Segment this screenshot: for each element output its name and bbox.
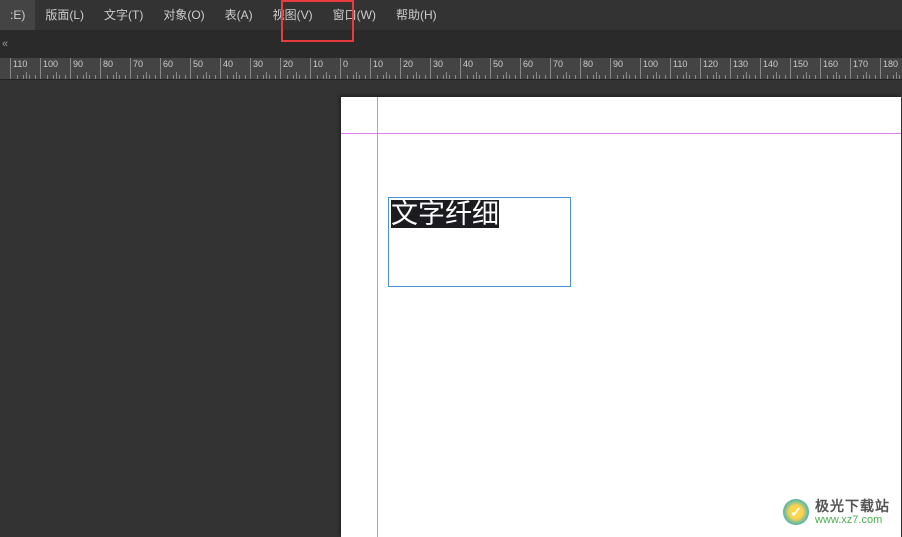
- ruler-label: 170: [853, 59, 868, 69]
- watermark: ✓ 极光下载站 www.xz7.com: [783, 499, 890, 526]
- ruler-label: 110: [673, 59, 687, 69]
- ruler-segment: 160: [820, 58, 850, 80]
- ruler-segment: 40: [460, 58, 490, 80]
- ruler-segment: 0: [340, 58, 370, 80]
- menu-bar: :E) 版面(L) 文字(T) 对象(O) 表(A) 视图(V) 窗口(W) 帮…: [0, 0, 902, 30]
- ruler-label: 140: [763, 59, 778, 69]
- ruler-label: 80: [103, 59, 113, 69]
- menu-edit-partial[interactable]: :E): [0, 0, 35, 30]
- ruler-segment: 100: [40, 58, 70, 80]
- ruler-label: 30: [253, 59, 263, 69]
- ruler-segment: 90: [610, 58, 640, 80]
- selected-text[interactable]: 文字纤细: [391, 200, 499, 228]
- ruler-segment: 20: [400, 58, 430, 80]
- ruler-segment: 60: [160, 58, 190, 80]
- ruler-segment: 150: [790, 58, 820, 80]
- ruler-segment: 50: [190, 58, 220, 80]
- ruler-label: 160: [823, 59, 838, 69]
- ruler-label: 70: [133, 59, 143, 69]
- ruler-label: 40: [223, 59, 233, 69]
- menu-help[interactable]: 帮助(H): [386, 0, 447, 30]
- ruler-label: 40: [463, 59, 473, 69]
- ruler-label: 120: [703, 59, 718, 69]
- ruler-segment: 170: [850, 58, 880, 80]
- ruler-label: 60: [163, 59, 173, 69]
- ruler-label: 90: [613, 59, 623, 69]
- menu-window[interactable]: 窗口(W): [323, 0, 386, 30]
- ruler-label: 30: [433, 59, 443, 69]
- ruler-segment: 110: [10, 58, 40, 80]
- ruler-label: 10: [373, 59, 383, 69]
- watermark-url: www.xz7.com: [815, 514, 890, 526]
- menu-layout[interactable]: 版面(L): [35, 0, 94, 30]
- text-frame[interactable]: 文字纤细: [388, 197, 571, 287]
- ruler-segment: 100: [640, 58, 670, 80]
- ruler-segment: 80: [100, 58, 130, 80]
- ruler-label: 130: [733, 59, 748, 69]
- watermark-title: 极光下载站: [815, 499, 890, 514]
- ruler-segment: 70: [130, 58, 160, 80]
- ruler-label: 50: [493, 59, 503, 69]
- ruler-label: 100: [643, 59, 658, 69]
- ruler-segment: 10: [310, 58, 340, 80]
- ruler-segment: 140: [760, 58, 790, 80]
- ruler-label: 150: [793, 59, 808, 69]
- ruler-segment: 110: [670, 58, 700, 80]
- ruler-label: 110: [13, 59, 27, 69]
- margin-guide-left: [377, 97, 378, 537]
- ruler-label: 20: [283, 59, 293, 69]
- ruler-label: 100: [43, 59, 58, 69]
- watermark-text: 极光下载站 www.xz7.com: [815, 499, 890, 526]
- ruler-segment: 120: [700, 58, 730, 80]
- document-page[interactable]: 文字纤细: [341, 97, 901, 537]
- ruler-segment: 10: [370, 58, 400, 80]
- ruler-label: 70: [553, 59, 563, 69]
- ruler-label: 50: [193, 59, 203, 69]
- ruler-segment: 40: [220, 58, 250, 80]
- ruler-segment: 90: [70, 58, 100, 80]
- ruler-segment: 130: [730, 58, 760, 80]
- ruler-label: 10: [313, 59, 323, 69]
- ruler-label: 60: [523, 59, 533, 69]
- document-workspace[interactable]: 文字纤细: [0, 80, 902, 532]
- menu-object[interactable]: 对象(O): [153, 0, 214, 30]
- watermark-logo-icon: ✓: [783, 499, 809, 525]
- menu-text[interactable]: 文字(T): [94, 0, 153, 30]
- control-bar: «: [0, 30, 902, 58]
- ruler-segment: 20: [280, 58, 310, 80]
- margin-guide-top: [341, 133, 901, 134]
- ruler-segment: 30: [430, 58, 460, 80]
- menu-view[interactable]: 视图(V): [263, 0, 323, 30]
- ruler-segment: 180: [880, 58, 902, 80]
- ruler-label: 80: [583, 59, 593, 69]
- ruler-segment: 70: [550, 58, 580, 80]
- ruler-segment: 50: [490, 58, 520, 80]
- ruler-label: 90: [73, 59, 83, 69]
- ruler-segment: 30: [250, 58, 280, 80]
- ruler-label: 180: [883, 59, 898, 69]
- menu-table[interactable]: 表(A): [215, 0, 263, 30]
- ruler-segment: 80: [580, 58, 610, 80]
- horizontal-ruler[interactable]: 1101009080706050403020100102030405060708…: [0, 58, 902, 80]
- ruler-segment: 60: [520, 58, 550, 80]
- ruler-label: 0: [343, 59, 348, 69]
- collapse-panel-icon[interactable]: «: [0, 38, 10, 50]
- ruler-label: 20: [403, 59, 413, 69]
- ruler-track: 1101009080706050403020100102030405060708…: [10, 58, 902, 80]
